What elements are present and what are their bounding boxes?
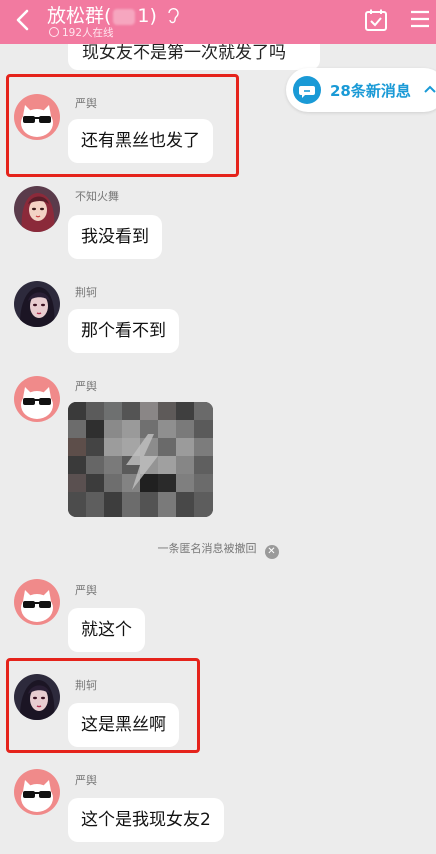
message-bubble[interactable]: 我没看到 [68, 215, 162, 259]
sender-name: 严舆 [75, 380, 97, 393]
back-arrow-icon[interactable] [12, 8, 34, 32]
sunglasses-cat-avatar-icon [14, 376, 60, 422]
message-bubble[interactable]: 那个看不到 [68, 309, 179, 353]
highlight-box [6, 658, 200, 753]
chat-bubble-icon [293, 76, 321, 104]
group-title[interactable]: 放松群( 1) [47, 1, 180, 28]
avatar-anime-assassin[interactable] [14, 281, 60, 327]
mosaic-image-icon [68, 402, 213, 517]
sunglasses-cat-avatar-icon [14, 579, 60, 625]
calendar-check-icon[interactable] [364, 8, 388, 32]
image-message[interactable] [68, 402, 213, 517]
sender-name: 荆轲 [75, 286, 97, 299]
blurred-group-count [113, 8, 136, 25]
message-bubble[interactable]: 就这个 [68, 608, 145, 652]
sender-name: 严舆 [75, 584, 97, 597]
chevron-up-icon [424, 85, 436, 93]
anime-girl-avatar-icon [14, 186, 60, 232]
new-messages-button[interactable]: 28条新消息 [286, 68, 436, 112]
avatar-sunglasses-cat[interactable] [14, 769, 60, 815]
avatar-sunglasses-cat[interactable] [14, 579, 60, 625]
online-count: 192人在线 [49, 25, 114, 40]
ear-icon [168, 7, 179, 24]
group-title-prefix: 放松群( [47, 5, 112, 27]
menu-icon[interactable] [410, 9, 430, 29]
anime-assassin-avatar-icon [14, 281, 60, 327]
sender-name: 不知火舞 [75, 190, 119, 203]
close-icon[interactable]: ✕ [264, 545, 279, 559]
recall-notice: 一条匿名消息被撤回 ✕ [0, 540, 436, 559]
sender-name: 严舆 [75, 774, 97, 787]
message-bubble[interactable]: 这个是我现女友2 [68, 798, 224, 842]
avatar-anime-girl[interactable] [14, 186, 60, 232]
group-title-suffix: 1) [137, 5, 157, 27]
sunglasses-cat-avatar-icon [14, 769, 60, 815]
chat-header: 放松群( 1) 192人在线 [0, 0, 436, 44]
highlight-box [6, 74, 239, 177]
new-messages-label: 28条新消息 [330, 82, 411, 100]
avatar-sunglasses-cat[interactable] [14, 376, 60, 422]
